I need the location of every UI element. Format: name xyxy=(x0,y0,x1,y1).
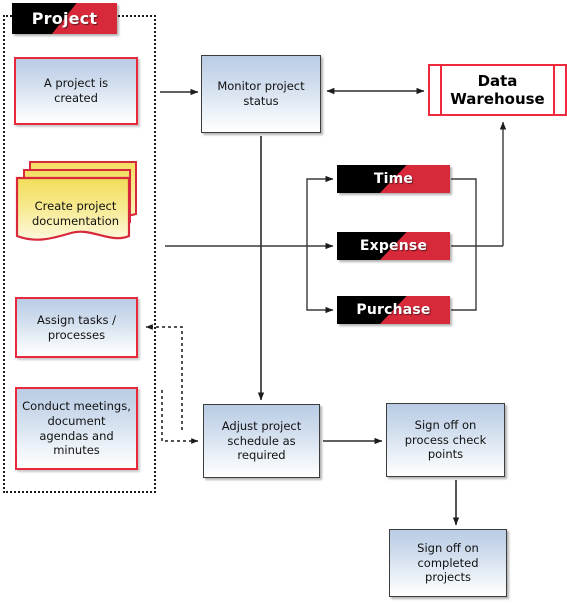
project-title-banner: Project xyxy=(12,3,117,34)
edge-scope-to-adjust-schedule xyxy=(161,390,199,444)
node-a-project-is-created[interactable]: A project is created xyxy=(14,57,138,125)
node-a-project-is-created-label: A project is created xyxy=(43,76,109,105)
node-sign-off-process-check-points[interactable]: Sign off on process check points xyxy=(386,403,505,477)
edge-purchase-to-merge xyxy=(451,246,477,311)
node-adjust-project-schedule[interactable]: Adjust project schedule as required xyxy=(203,404,320,478)
node-sign-off-completed-projects[interactable]: Sign off on completed projects xyxy=(389,529,507,597)
node-sign-off-completed-projects-label: Sign off on completed projects xyxy=(417,540,479,585)
project-title-label: Project xyxy=(31,9,98,28)
node-purchase-label: Purchase xyxy=(356,302,431,318)
node-adjust-project-schedule-label: Adjust project schedule as required xyxy=(221,418,302,463)
project-flow-diagram: Project A project is created Create proj… xyxy=(0,0,567,603)
node-data-warehouse[interactable]: Data Warehouse xyxy=(428,64,567,116)
node-create-project-documentation[interactable]: Create project documentation xyxy=(13,157,143,262)
node-conduct-meetings[interactable]: Conduct meetings, document agendas and m… xyxy=(15,387,138,470)
node-expense-banner[interactable]: Expense xyxy=(337,232,450,260)
node-monitor-project-status[interactable]: Monitor project status xyxy=(201,55,321,133)
node-expense-label: Expense xyxy=(359,238,428,254)
node-assign-tasks-processes[interactable]: Assign tasks / processes xyxy=(15,297,138,358)
node-time-banner[interactable]: Time xyxy=(337,165,450,193)
node-time-label: Time xyxy=(373,171,414,187)
node-data-warehouse-label: Data Warehouse xyxy=(450,72,545,108)
edge-docs-to-time xyxy=(306,175,334,246)
edge-docs-to-purchase xyxy=(306,246,334,314)
node-monitor-project-status-label: Monitor project status xyxy=(217,79,305,108)
node-create-project-documentation-label: Create project documentation xyxy=(31,199,120,228)
node-conduct-meetings-label: Conduct meetings, document agendas and m… xyxy=(22,399,131,458)
node-sign-off-process-check-points-label: Sign off on process check points xyxy=(404,417,487,462)
node-assign-tasks-processes-label: Assign tasks / processes xyxy=(36,312,117,342)
edge-time-to-merge xyxy=(451,178,477,246)
node-purchase-banner[interactable]: Purchase xyxy=(337,296,450,324)
